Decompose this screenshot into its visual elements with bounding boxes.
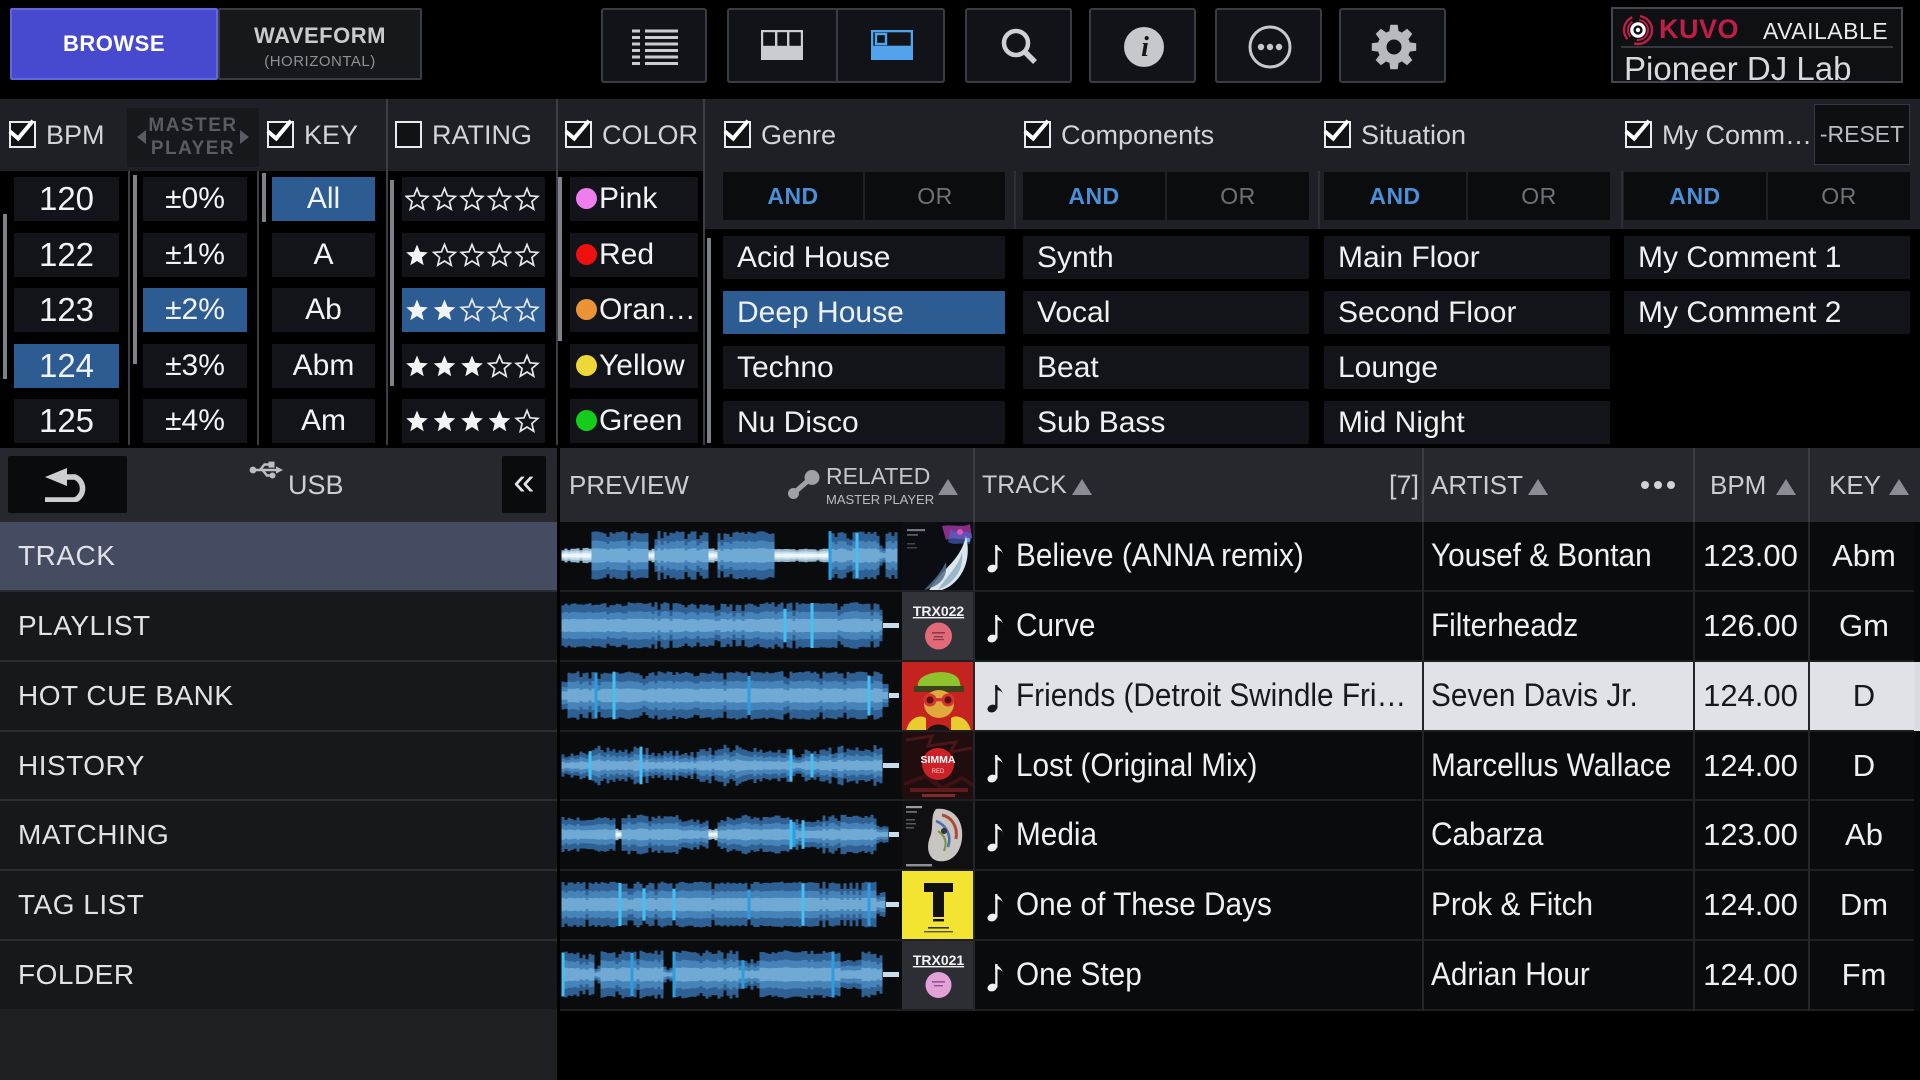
svg-text:RED: RED [932,769,945,775]
svg-text:SIMMA: SIMMA [921,754,956,766]
svg-text:TRX022: TRX022 [913,603,965,619]
svg-text:i: i [1141,32,1149,63]
svg-text:TRX021: TRX021 [913,952,965,968]
